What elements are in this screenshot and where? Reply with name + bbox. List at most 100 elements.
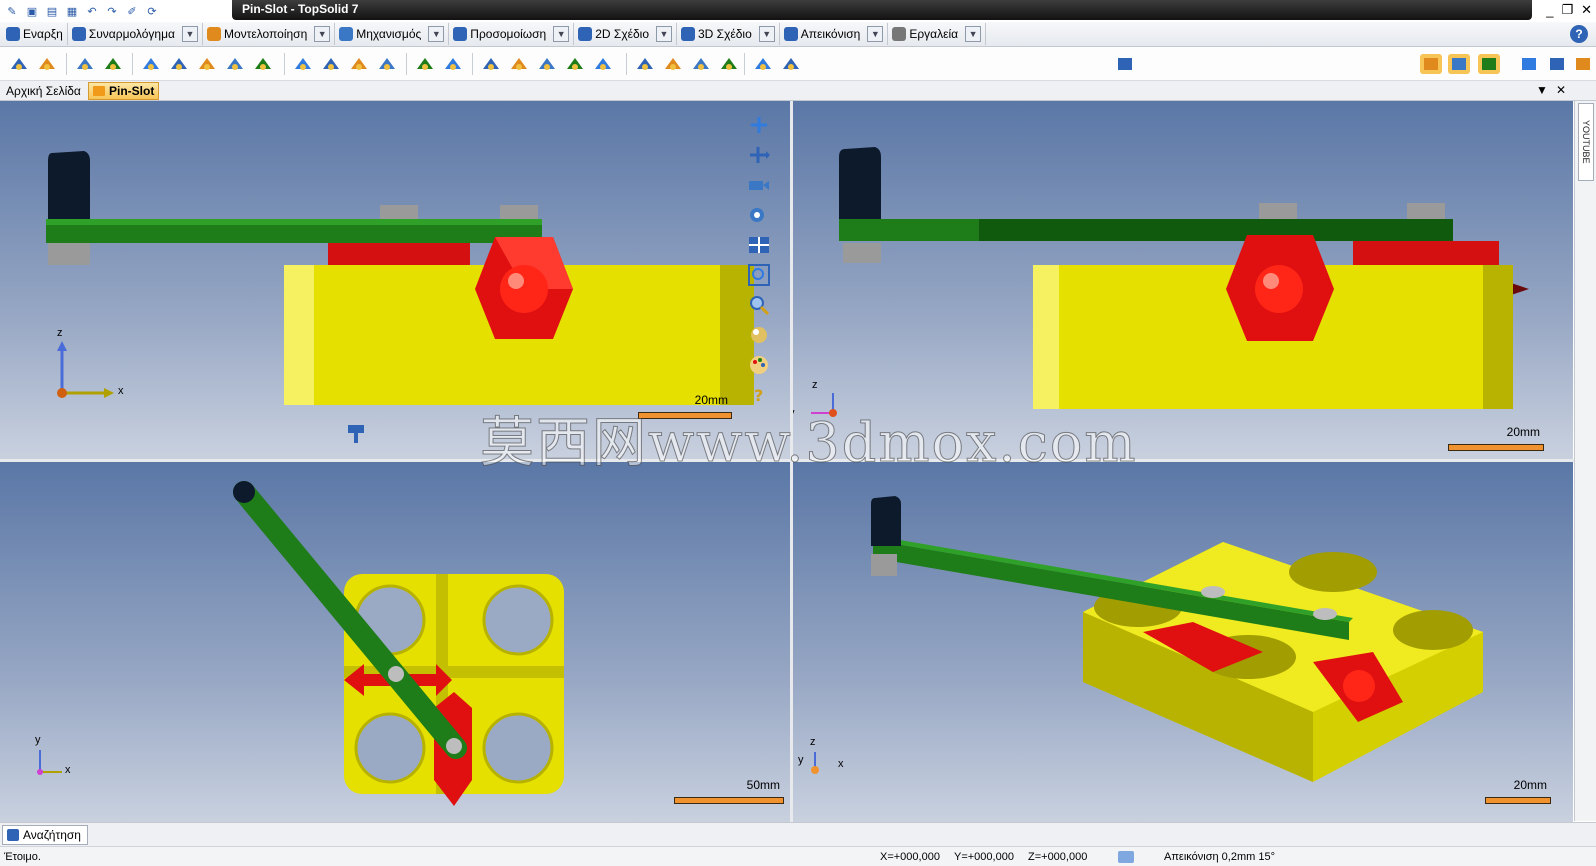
- toolbar-command-icon[interactable]: [536, 54, 558, 74]
- chevron-down-icon[interactable]: ▼: [314, 26, 331, 42]
- tab-mechanism[interactable]: Μηχανισμός ▼: [335, 23, 450, 45]
- status-ready: Έτοιμο.: [4, 851, 41, 863]
- axis-triad-iso: [811, 752, 819, 774]
- toolbar-command-icon[interactable]: [376, 54, 398, 74]
- app-menu-icon[interactable]: ✎: [4, 3, 20, 19]
- toolbar-command-icon[interactable]: [320, 54, 342, 74]
- toolbar-command-icon[interactable]: [196, 54, 218, 74]
- tab-home-page[interactable]: Αρχική Σελίδα: [2, 82, 85, 100]
- search-tab[interactable]: Αναζήτηση: [2, 825, 88, 845]
- scale-bar-side: 20mm: [1448, 425, 1544, 451]
- scale-bar-iso: 20mm: [1485, 778, 1551, 804]
- zoom-window-icon[interactable]: [746, 262, 772, 288]
- save-all-icon[interactable]: ▤: [44, 3, 60, 19]
- toolbar-command-icon[interactable]: [292, 54, 314, 74]
- viewport-top[interactable]: y x 50mm: [0, 462, 790, 822]
- redo-icon[interactable]: ↷: [104, 3, 120, 19]
- top-view-model: [37, 481, 564, 806]
- tab-tools[interactable]: Εργαλεία ▼: [888, 23, 987, 45]
- toolbar-separator: [472, 53, 473, 75]
- tab-2d-drawing[interactable]: 2D Σχέδιο ▼: [574, 23, 677, 45]
- toolbar-command-icon[interactable]: [1546, 54, 1568, 74]
- view-orient-icon[interactable]: [746, 142, 772, 168]
- toolbar-separator: [284, 53, 285, 75]
- axis-z-label: z: [57, 327, 63, 339]
- chevron-down-icon[interactable]: ▼: [553, 26, 570, 42]
- toolbar-command-icon[interactable]: [442, 54, 464, 74]
- zoom-icon[interactable]: [746, 292, 772, 318]
- viewport-isometric[interactable]: z y x 20mm: [793, 462, 1573, 822]
- print-icon[interactable]: ▦: [64, 3, 80, 19]
- close-button[interactable]: ✕: [1581, 2, 1592, 18]
- toolbar-command-icon[interactable]: [690, 54, 712, 74]
- toolbar-command-icon[interactable]: [1420, 54, 1442, 74]
- toolbar-command-icon[interactable]: [168, 54, 190, 74]
- tab-display[interactable]: Απεικόνιση ▼: [780, 23, 889, 45]
- toolbar-command-icon[interactable]: [1448, 54, 1470, 74]
- tab-pin-slot[interactable]: Pin-Slot: [88, 82, 160, 100]
- youtube-tab[interactable]: YOUTUBE: [1578, 103, 1594, 181]
- toolbar-command-icon[interactable]: [252, 54, 274, 74]
- chevron-down-icon[interactable]: ▼: [867, 26, 884, 42]
- toolbar-command-icon[interactable]: [74, 54, 96, 74]
- search-bar: Αναζήτηση: [0, 822, 1596, 846]
- quick-access-toolbar: ✎ ▣ ▤ ▦ ↶ ↷ ✐ ⟳: [0, 0, 160, 22]
- toolbar-command-icon[interactable]: [564, 54, 586, 74]
- tab-modeling[interactable]: Μοντελοποίηση ▼: [203, 23, 336, 45]
- tab-start[interactable]: Εναρξη: [2, 23, 68, 45]
- render-style-icon[interactable]: [746, 322, 772, 348]
- toolbar-command-icon[interactable]: [1478, 54, 1500, 74]
- toolbar-command-icon[interactable]: [8, 54, 30, 74]
- zoom-add-icon[interactable]: [746, 112, 772, 138]
- document-tab-bar: Αρχική Σελίδα Pin-Slot ▼ ✕: [0, 81, 1596, 101]
- tab-simulation[interactable]: Προσομοίωση ▼: [449, 23, 575, 45]
- viewport-side[interactable]: z y 20mm: [793, 101, 1573, 459]
- toolbar-command-icon[interactable]: [592, 54, 614, 74]
- chevron-down-icon[interactable]: ▼: [758, 26, 775, 42]
- sketch3d-icon: [681, 27, 695, 41]
- pen-icon[interactable]: ✐: [124, 3, 140, 19]
- close-document-icon[interactable]: ✕: [1556, 83, 1566, 97]
- toolbar-command-icon[interactable]: [1114, 54, 1136, 74]
- toolbar-command-icon[interactable]: [480, 54, 502, 74]
- refresh-icon[interactable]: ⟳: [144, 3, 160, 19]
- view-help-icon[interactable]: ?: [746, 382, 772, 408]
- tab-3d-drawing[interactable]: 3D Σχέδιο ▼: [677, 23, 780, 45]
- toolbar-command-icon[interactable]: [634, 54, 656, 74]
- restore-button[interactable]: ❐: [1561, 2, 1573, 18]
- viewport-splitter-horizontal[interactable]: [0, 459, 1574, 462]
- light-icon[interactable]: [746, 202, 772, 228]
- tab-list-icon[interactable]: ▼: [1536, 83, 1548, 97]
- toolbar-command-icon[interactable]: [662, 54, 684, 74]
- toolbar-command-icon[interactable]: [780, 54, 802, 74]
- axis-triad-side: [811, 393, 837, 417]
- save-icon[interactable]: ▣: [24, 3, 40, 19]
- toolbar-command-icon[interactable]: [348, 54, 370, 74]
- toolbar-command-icon[interactable]: [752, 54, 774, 74]
- chevron-down-icon[interactable]: ▼: [965, 26, 982, 42]
- simulation-icon: [453, 27, 468, 41]
- chevron-down-icon[interactable]: ▼: [428, 26, 445, 42]
- minimize-button[interactable]: _: [1546, 3, 1553, 18]
- toolbar-command-icon[interactable]: [140, 54, 162, 74]
- toolbar-command-icon[interactable]: [1518, 54, 1540, 74]
- display-precision-icon[interactable]: [1118, 851, 1134, 863]
- status-bar: Έτοιμο. X=+000,000 Y=+000,000 Z=+000,000…: [0, 846, 1596, 866]
- tab-assembly[interactable]: Συναρμολόγημα ▼: [68, 23, 203, 45]
- undo-icon[interactable]: ↶: [84, 3, 100, 19]
- toolbar-command-icon[interactable]: [508, 54, 530, 74]
- toolbar-command-icon[interactable]: [36, 54, 58, 74]
- toolbar-command-icon[interactable]: [718, 54, 740, 74]
- palette-icon[interactable]: [746, 352, 772, 378]
- toolbar-command-icon[interactable]: [102, 54, 124, 74]
- viewport-front[interactable]: z x 20mm: [0, 101, 790, 459]
- chevron-down-icon[interactable]: ▼: [656, 26, 672, 42]
- toolbar-command-icon[interactable]: [224, 54, 246, 74]
- camera-icon[interactable]: [746, 172, 772, 198]
- chevron-down-icon[interactable]: ▼: [181, 26, 198, 42]
- help-icon[interactable]: ?: [1570, 25, 1588, 43]
- layout-icon[interactable]: [746, 232, 772, 258]
- toolbar-command-icon[interactable]: [414, 54, 436, 74]
- toolbar-command-icon[interactable]: [1572, 54, 1594, 74]
- viewport-splitter-vertical[interactable]: [790, 101, 793, 822]
